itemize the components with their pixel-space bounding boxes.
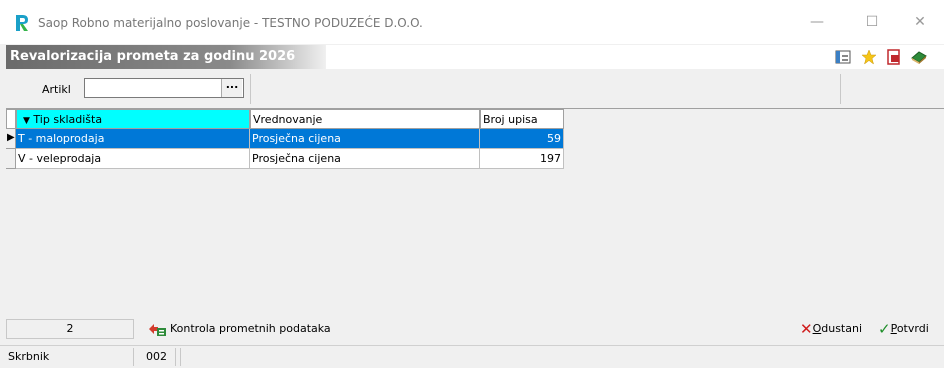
divider (840, 74, 841, 104)
odustani-label: dustani (821, 322, 863, 335)
potvrdi-button[interactable]: ✓Potvrdi (878, 320, 929, 338)
bottom-toolbar: 2 Kontrola prometnih podataka ✕Odustani … (0, 314, 944, 344)
document-icon[interactable] (886, 49, 902, 65)
column-header-tip-skladista[interactable]: ▼ Tip skladišta (16, 109, 250, 129)
column-header-label: Tip skladišta (33, 113, 103, 126)
row-indicator[interactable] (6, 149, 16, 169)
odustani-hotkey: O (812, 322, 822, 335)
status-user-label: Skrbnik (4, 348, 134, 366)
cell-tip-skladista[interactable]: T - maloprodaja (16, 129, 250, 149)
form-title: Revalorizacija prometa za godinu 2026 (6, 45, 326, 69)
star-icon[interactable] (861, 49, 877, 65)
data-grid[interactable]: ▼ Tip skladišta Vrednovanje Broj upisa ▶… (6, 108, 944, 306)
filter-panel: Artikl ... (6, 70, 944, 108)
cancel-x-icon: ✕ (800, 320, 813, 338)
maximize-button[interactable]: ☐ (857, 10, 887, 34)
cell-broj-upisa[interactable]: 197 (480, 149, 564, 169)
book-icon[interactable] (911, 49, 927, 65)
checkmark-icon: ✓ (878, 320, 891, 338)
window-icon[interactable] (835, 49, 851, 65)
artikl-browse-button[interactable]: ... (221, 79, 242, 97)
minimize-button[interactable]: — (802, 10, 832, 34)
cell-broj-upisa[interactable]: 59 (480, 129, 564, 149)
window-title: Saop Robno materijalno poslovanje - TEST… (38, 16, 423, 30)
record-count: 2 (6, 319, 134, 339)
odustani-button[interactable]: ✕Odustani (800, 320, 862, 338)
kontrola-prometnih-podataka-button[interactable]: Kontrola prometnih podataka (148, 320, 331, 338)
status-bar: Skrbnik 002 (0, 345, 944, 368)
saop-logo-icon (16, 15, 28, 31)
current-row-marker-icon: ▶ (7, 132, 15, 143)
grid-corner (6, 109, 16, 129)
column-header-vrednovanje[interactable]: Vrednovanje (250, 109, 480, 129)
sort-desc-icon: ▼ (23, 116, 30, 126)
close-button[interactable]: ✕ (905, 10, 935, 34)
window-titlebar: Saop Robno materijalno poslovanje - TEST… (0, 0, 944, 44)
control-data-icon (149, 324, 166, 336)
artikl-input[interactable] (84, 78, 244, 98)
cell-tip-skladista[interactable]: V - veleprodaja (16, 149, 250, 169)
cell-vrednovanje[interactable]: Prosječna cijena (250, 149, 480, 169)
form-header: Revalorizacija prometa za godinu 2026 (6, 45, 944, 69)
cell-vrednovanje[interactable]: Prosječna cijena (250, 129, 480, 149)
status-user-code: 002 (142, 348, 176, 366)
potvrdi-label: otvrdi (896, 322, 929, 335)
artikl-label: Artikl (42, 83, 71, 96)
row-indicator[interactable]: ▶ (6, 129, 16, 149)
status-message (180, 348, 940, 366)
kontrola-label: Kontrola prometnih podataka (170, 322, 331, 335)
divider (250, 74, 251, 104)
column-header-broj-upisa[interactable]: Broj upisa (480, 109, 564, 129)
